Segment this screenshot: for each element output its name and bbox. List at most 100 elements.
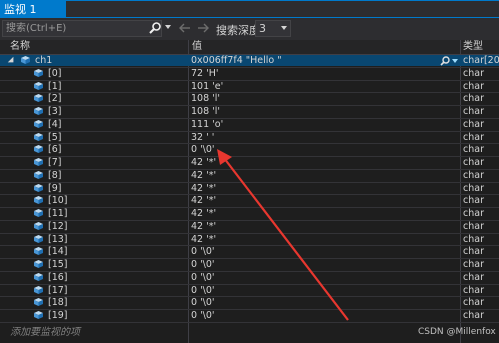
search-input[interactable]: 搜索(Ctrl+E)	[2, 20, 162, 37]
watch-value[interactable]: 101 'e'	[191, 81, 459, 92]
watch-name-cell: [8]	[0, 170, 188, 181]
watch-value[interactable]: 42 '*'	[191, 183, 459, 194]
table-row[interactable]: [5] 32 ' ' char	[0, 132, 499, 145]
watch-row-root[interactable]: ch1 0x006ff7f4 "Hello " char[20]	[0, 55, 499, 68]
watch-value[interactable]: 42 '*'	[191, 221, 459, 232]
table-row[interactable]: [18] 0 '\0' char	[0, 297, 499, 310]
watch-value[interactable]: 0 '\0'	[191, 259, 459, 270]
table-row[interactable]: [17] 0 '\0' char	[0, 285, 499, 298]
cube-icon	[34, 145, 43, 154]
watch-value[interactable]: 32 ' '	[191, 132, 459, 143]
watch-type: char	[463, 67, 484, 79]
watch-value[interactable]: 42 '*'	[191, 234, 459, 245]
cube-icon	[34, 170, 43, 179]
back-arrow-icon[interactable]	[178, 21, 192, 35]
watch-name-cell: [2]	[0, 93, 188, 104]
forward-arrow-icon[interactable]	[196, 21, 210, 35]
table-row[interactable]: [15] 0 '\0' char	[0, 259, 499, 272]
watch-value[interactable]: 42 '*'	[191, 195, 459, 206]
watch-value[interactable]: 42 '*'	[191, 170, 459, 181]
watch-name: [5]	[48, 131, 62, 143]
watch-value[interactable]: 0 '\0'	[191, 144, 459, 155]
watch-name-cell: [0]	[0, 68, 188, 79]
cube-icon	[34, 68, 43, 77]
watch-name: [4]	[48, 118, 62, 130]
table-row[interactable]: [12] 42 '*' char	[0, 220, 499, 234]
watch-name: [13]	[48, 233, 68, 245]
cube-icon	[34, 209, 43, 217]
watch-name: [11]	[48, 208, 68, 219]
watch-name-cell: [11]	[0, 208, 188, 219]
table-row[interactable]: [7] 42 '*' char	[0, 157, 499, 170]
watch-name-cell: [18]	[0, 297, 188, 308]
watch-type: char	[463, 93, 484, 105]
table-row[interactable]: [2] 108 'l' char	[0, 93, 499, 106]
add-watch-placeholder[interactable]: 添加要监视的项	[10, 323, 80, 338]
table-row[interactable]: [8] 42 '*' char	[0, 169, 499, 183]
column-header: 名称 值 类型	[0, 40, 499, 55]
cube-icon	[34, 221, 43, 230]
watch-type: char	[463, 220, 484, 232]
table-row[interactable]: [9] 42 '*' char	[0, 183, 499, 196]
table-row[interactable]: [16] 0 '\0' char	[0, 271, 499, 285]
watch-value[interactable]: 0 '\0'	[191, 310, 459, 321]
watch-type: char	[463, 271, 484, 283]
watch-name-cell: [1]	[0, 81, 188, 92]
watch-value[interactable]: 42 '*'	[191, 157, 459, 168]
watch-value[interactable]: 0 '\0'	[191, 272, 459, 283]
watch-value[interactable]: 0 '\0'	[191, 285, 459, 296]
watch-name: [10]	[48, 195, 68, 207]
chevron-down-icon[interactable]	[164, 23, 172, 31]
watch-value[interactable]: 0x006ff7f4 "Hello "	[191, 55, 459, 66]
table-row[interactable]: [4] 111 'o' char	[0, 118, 499, 132]
watch-value[interactable]: 0 '\0'	[191, 297, 459, 308]
table-row[interactable]: [11] 42 '*' char	[0, 208, 499, 221]
watch-type: char	[463, 118, 484, 130]
chevron-down-icon[interactable]	[452, 59, 458, 63]
cube-icon	[34, 158, 43, 166]
watch-value[interactable]: 111 'o'	[191, 119, 459, 130]
watch-type: char	[463, 106, 484, 117]
expand-arrow-icon[interactable]	[7, 56, 17, 66]
watch-type: char	[463, 259, 484, 270]
column-header-type[interactable]: 类型	[463, 40, 483, 54]
watch-name: [1]	[48, 80, 62, 92]
search-depth-select[interactable]: 3	[255, 20, 291, 37]
watch-value[interactable]: 0 '\0'	[191, 246, 459, 257]
watch-name: [12]	[48, 220, 68, 232]
table-row[interactable]: [19] 0 '\0' char	[0, 310, 499, 323]
search-icon[interactable]	[148, 21, 162, 35]
table-row[interactable]: [10] 42 '*' char	[0, 195, 499, 208]
watch-type: char	[463, 297, 484, 309]
watch-value[interactable]: 42 '*'	[191, 208, 459, 219]
watch-name: [15]	[48, 259, 68, 270]
watch-value[interactable]: 72 'H'	[191, 68, 459, 79]
watch-type: char	[463, 195, 484, 207]
cube-icon	[34, 94, 43, 103]
cube-icon	[34, 272, 43, 281]
table-row[interactable]: [0] 72 'H' char	[0, 67, 499, 81]
table-row[interactable]: [1] 101 'e' char	[0, 81, 499, 94]
watch-name-cell: [9]	[0, 183, 188, 194]
table-row[interactable]: [14] 0 '\0' char	[0, 246, 499, 259]
tab-watch-1[interactable]: 监视 1	[0, 1, 66, 18]
column-header-value[interactable]: 值	[192, 40, 202, 54]
table-row[interactable]: [13] 42 '*' char	[0, 233, 499, 247]
watch-name-cell: [5]	[0, 132, 188, 143]
column-header-name[interactable]: 名称	[10, 40, 30, 54]
cube-icon	[34, 107, 43, 115]
cube-icon	[34, 298, 43, 307]
magnifier-icon[interactable]	[440, 56, 450, 66]
cube-icon	[34, 260, 43, 268]
table-row[interactable]: [6] 0 '\0' char	[0, 144, 499, 157]
watch-type: char	[463, 169, 484, 181]
watch-name: [0]	[48, 67, 62, 79]
watch-name-cell: [16]	[0, 272, 188, 283]
watch-value[interactable]: 108 'l'	[191, 106, 459, 117]
table-row[interactable]: [3] 108 'l' char	[0, 106, 499, 119]
watch-name: [18]	[48, 297, 68, 309]
watch-value[interactable]: 108 'l'	[191, 93, 459, 104]
cube-icon	[34, 132, 43, 141]
watch-type: char	[463, 246, 484, 258]
watch-name-cell: [17]	[0, 285, 188, 296]
